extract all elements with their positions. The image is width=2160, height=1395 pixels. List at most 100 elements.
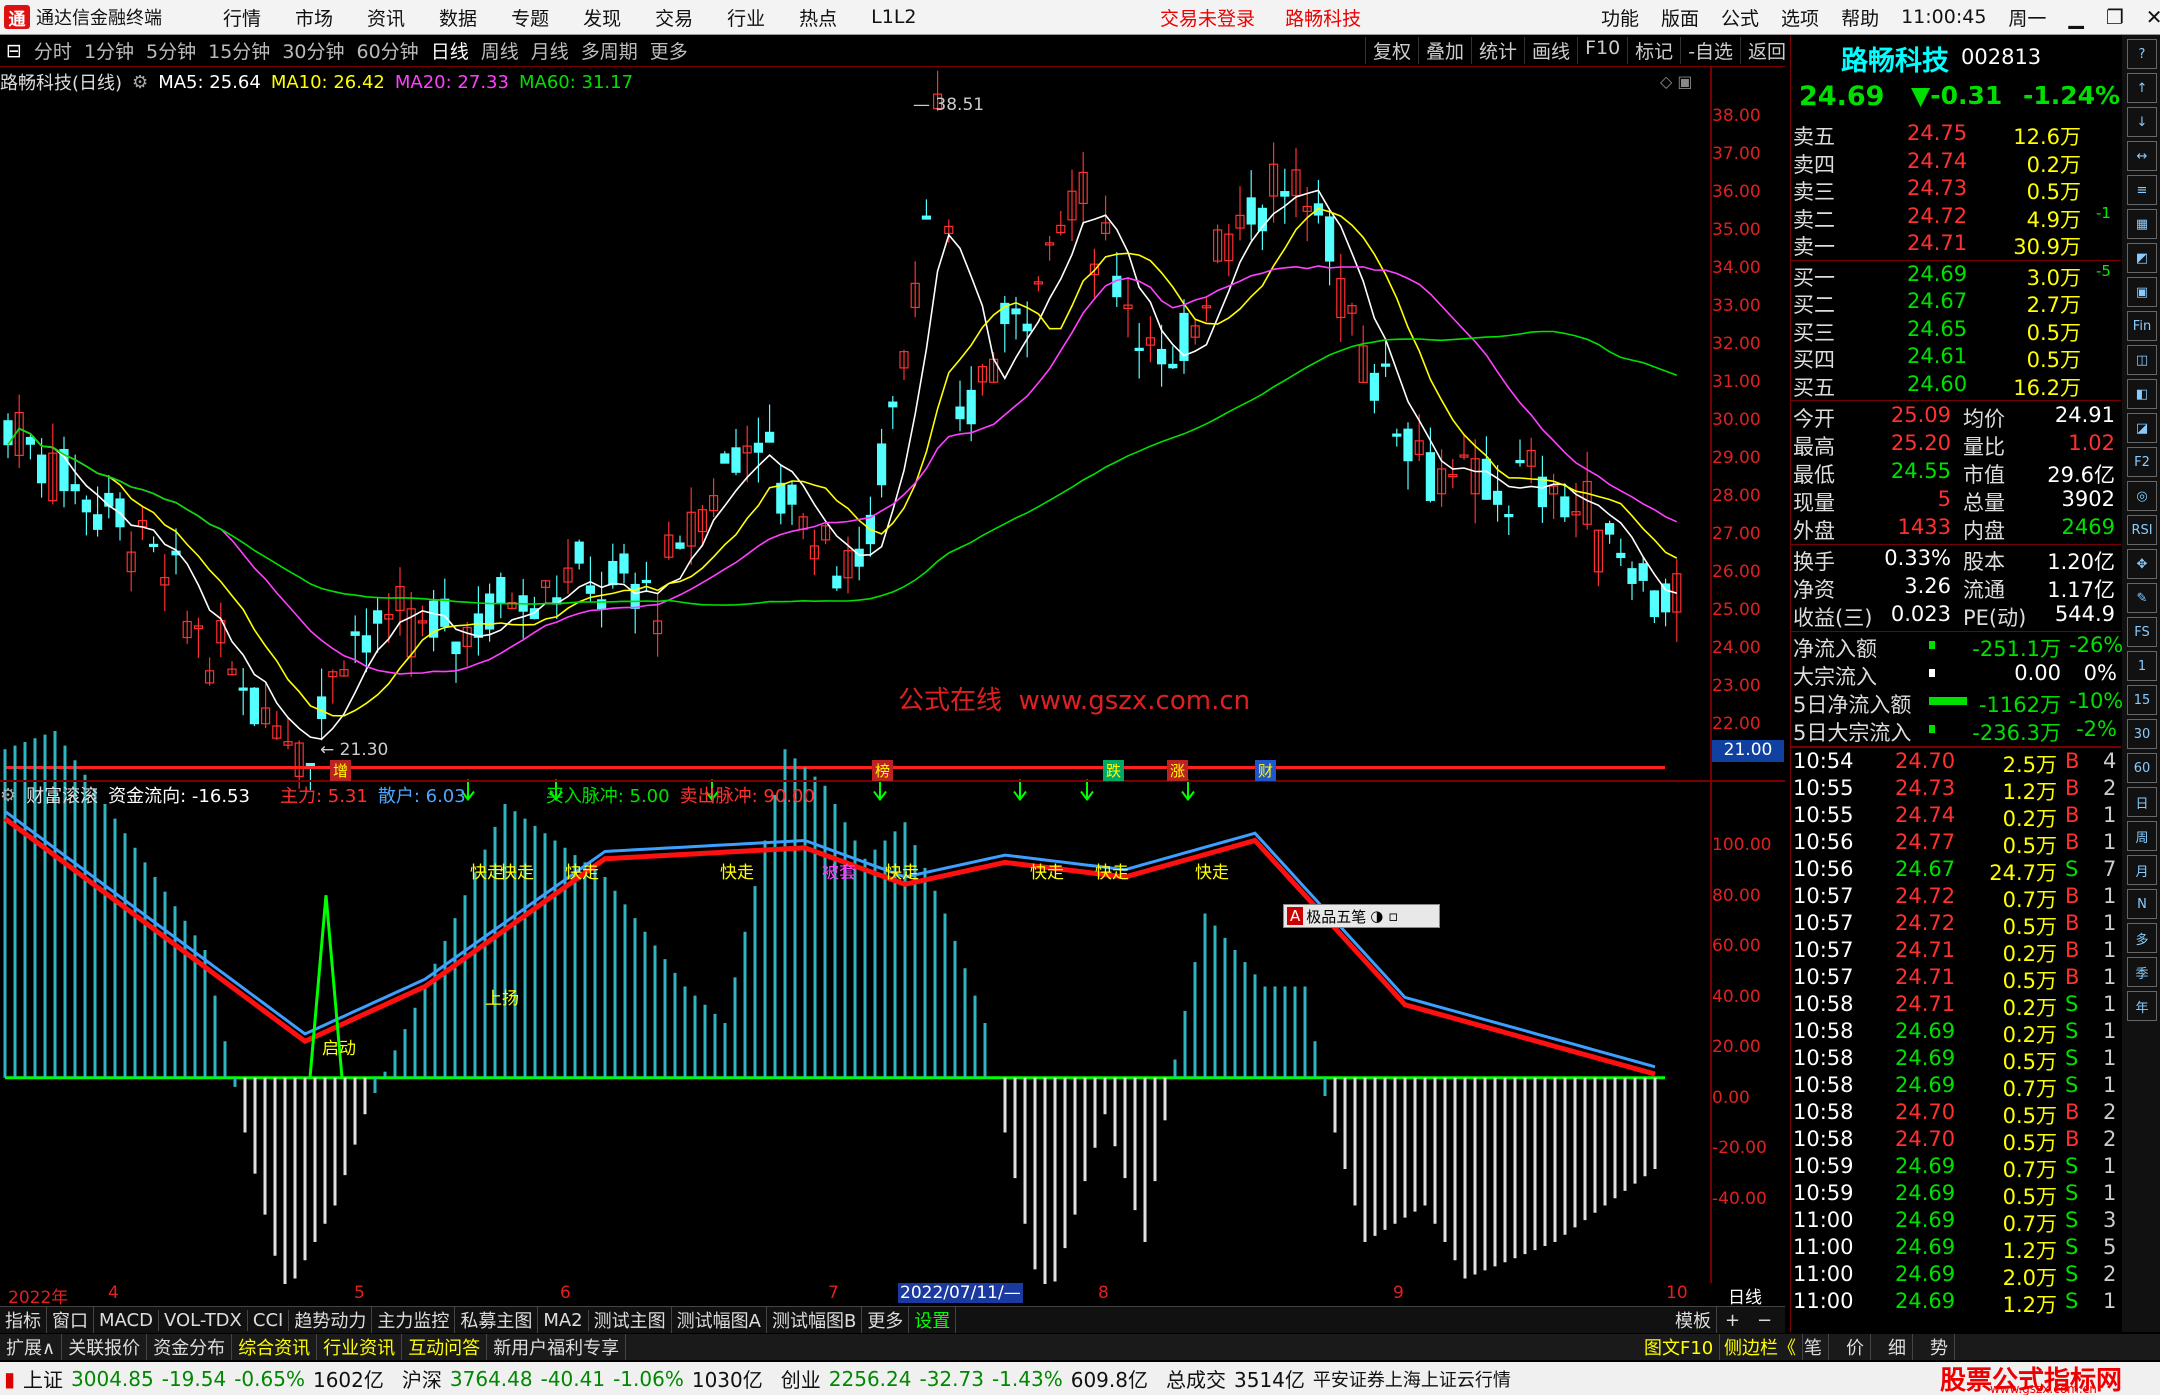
tab-kuozhan[interactable]: 扩展∧ [0,1334,63,1360]
tab-cci[interactable]: CCI [248,1309,290,1331]
menu-bangzhu[interactable]: 帮助 [1830,4,1890,31]
side-tool-icon[interactable]: N [2127,889,2157,919]
side-tool-icon[interactable]: 季 [2127,957,2157,987]
tab-f10-graphic[interactable]: 图文F10 [1638,1334,1721,1360]
period-weekly[interactable]: 周线 [475,37,525,64]
trade-login-status[interactable]: 交易未登录 [1160,8,1255,30]
menu-shuju[interactable]: 数据 [422,4,494,31]
side-tool-icon[interactable]: ≡ [2127,175,2157,205]
tab-vol-tdx[interactable]: VOL-TDX [159,1309,248,1331]
menu-gongneng[interactable]: 功能 [1590,4,1650,31]
side-tool-icon[interactable]: 30 [2127,719,2157,749]
indicator-settings-icon[interactable]: ⚙ [0,785,16,806]
period-monthly[interactable]: 月线 [525,37,575,64]
tab-qushi[interactable]: 趋势动力 [289,1307,373,1333]
side-tool-icon[interactable]: ↔ [2127,141,2157,171]
ime-options-icon[interactable]: ◑ ▫ [1370,907,1398,925]
btn-huaxian[interactable]: 画线 [1524,37,1577,64]
menu-hangye[interactable]: 行业 [710,4,782,31]
indicator-name[interactable]: 财富滚滚 [26,782,98,808]
period-multi[interactable]: 多周期 [575,37,644,64]
tab-xi[interactable]: 细 [1882,1334,1913,1360]
tab-more[interactable]: 更多 [862,1307,910,1333]
menu-xuanxiang[interactable]: 选项 [1770,4,1830,31]
side-tool-icon[interactable]: ✥ [2127,549,2157,579]
toolbar-menu-icon[interactable]: ⊟ [0,40,28,62]
event-tag[interactable]: 增 [330,760,352,781]
tab-zhuli[interactable]: 主力监控 [372,1307,456,1333]
ask-row[interactable]: 卖二 24.72 4.9万 -1 [1791,204,2121,232]
tab-shi[interactable]: 势 [1924,1334,1955,1360]
index-cy-name[interactable]: 创业 [781,1364,821,1393]
minimize-icon[interactable]: ▁ [2057,5,2094,29]
btn-fanhui[interactable]: 返回 [1740,37,1785,64]
tab-zonghe[interactable]: 综合资讯 [232,1334,318,1360]
tab-jia[interactable]: 价 [1840,1334,1871,1360]
event-tag[interactable]: 财 [1255,760,1277,781]
side-tool-icon[interactable]: ✎ [2127,583,2157,613]
btn-zixuan[interactable]: -自选 [1680,37,1740,64]
menu-l1l2[interactable]: L1L2 [854,6,933,28]
tab-xinyonghu[interactable]: 新用户福利专享 [487,1334,627,1360]
btn-tongji[interactable]: 统计 [1471,37,1524,64]
side-tool-icon[interactable]: RSI [2127,515,2157,545]
menu-banmian[interactable]: 版面 [1650,4,1710,31]
period-60min[interactable]: 60分钟 [351,37,425,64]
side-tool-icon[interactable]: 1 [2127,651,2157,681]
side-tool-icon[interactable]: FS [2127,617,2157,647]
period-more[interactable]: 更多 [644,37,694,64]
side-tool-icon[interactable]: ↓ [2127,107,2157,137]
broker-name[interactable]: 平安证券上海上证云行情 [1313,1366,1511,1392]
side-tool-icon[interactable]: 月 [2127,855,2157,885]
menu-zhuanti[interactable]: 专题 [494,4,566,31]
side-tool-icon[interactable]: ◪ [2127,413,2157,443]
menu-shichang[interactable]: 市场 [278,4,350,31]
tab-chuangkou[interactable]: 窗口 [47,1307,94,1333]
tab-bi[interactable]: 笔 [1798,1334,1829,1360]
btn-f10[interactable]: F10 [1577,37,1627,64]
period-30min[interactable]: 30分钟 [276,37,350,64]
menu-jiaoyi[interactable]: 交易 [638,4,710,31]
side-tool-icon[interactable]: 日 [2127,787,2157,817]
btn-diejia[interactable]: 叠加 [1418,37,1471,64]
side-tool-icon[interactable]: ↑ [2127,73,2157,103]
ask-row[interactable]: 卖五 24.75 12.6万 [1791,121,2121,149]
tab-zijin[interactable]: 资金分布 [147,1334,233,1360]
bid-row[interactable]: 买三 24.65 0.5万 [1791,317,2121,345]
tab-simu[interactable]: 私募主图 [455,1307,539,1333]
tab-ma2[interactable]: MA2 [538,1309,589,1331]
tab-macd[interactable]: MACD [94,1309,159,1331]
tab-template[interactable]: 模板 [1670,1307,1717,1333]
sidebar-toggle[interactable]: 侧边栏《 [1718,1334,1803,1360]
event-tag[interactable]: 跌 [1103,760,1125,781]
tab-ceshi-zhu[interactable]: 测试主图 [589,1307,672,1333]
pane-remove-button[interactable]: − [1752,1310,1777,1331]
tab-hangye[interactable]: 行业资讯 [317,1334,403,1360]
period-5min[interactable]: 5分钟 [140,37,202,64]
side-tool-icon[interactable]: ◧ [2127,379,2157,409]
period-daily[interactable]: 日线 [425,37,475,64]
chart-corner-icons[interactable]: ◇ ▣ [1660,72,1693,91]
ask-row[interactable]: 卖三 24.73 0.5万 [1791,176,2121,204]
menu-hangqing[interactable]: 行情 [206,4,278,31]
menu-gongshi[interactable]: 公式 [1710,4,1770,31]
ask-row[interactable]: 卖一 24.71 30.9万 [1791,231,2121,259]
bid-row[interactable]: 买四 24.61 0.5万 [1791,344,2121,372]
side-tool-icon[interactable]: ? [2127,39,2157,69]
event-tag[interactable]: 榜 [872,760,894,781]
tab-ceshi-b[interactable]: 测试幅图B [767,1307,863,1333]
ime-popup[interactable]: A 极品五笔 ◑ ▫ [1283,904,1440,928]
bid-row[interactable]: 买五 24.60 16.2万 [1791,372,2121,400]
period-fenshi[interactable]: 分时 [28,37,78,64]
period-1min[interactable]: 1分钟 [78,37,140,64]
tab-guanlian[interactable]: 关联报价 [62,1334,148,1360]
side-tool-icon[interactable]: ◫ [2127,345,2157,375]
ask-row[interactable]: 卖四 24.74 0.2万 [1791,149,2121,177]
menu-faxian[interactable]: 发现 [566,4,638,31]
tab-zhibiao[interactable]: 指标 [0,1307,47,1333]
btn-fuquan[interactable]: 复权 [1365,37,1418,64]
event-tag[interactable]: 涨 [1167,760,1189,781]
btn-biaoji[interactable]: 标记 [1627,37,1680,64]
side-tool-icon[interactable]: 多 [2127,923,2157,953]
index-hs-name[interactable]: 沪深 [402,1364,442,1393]
